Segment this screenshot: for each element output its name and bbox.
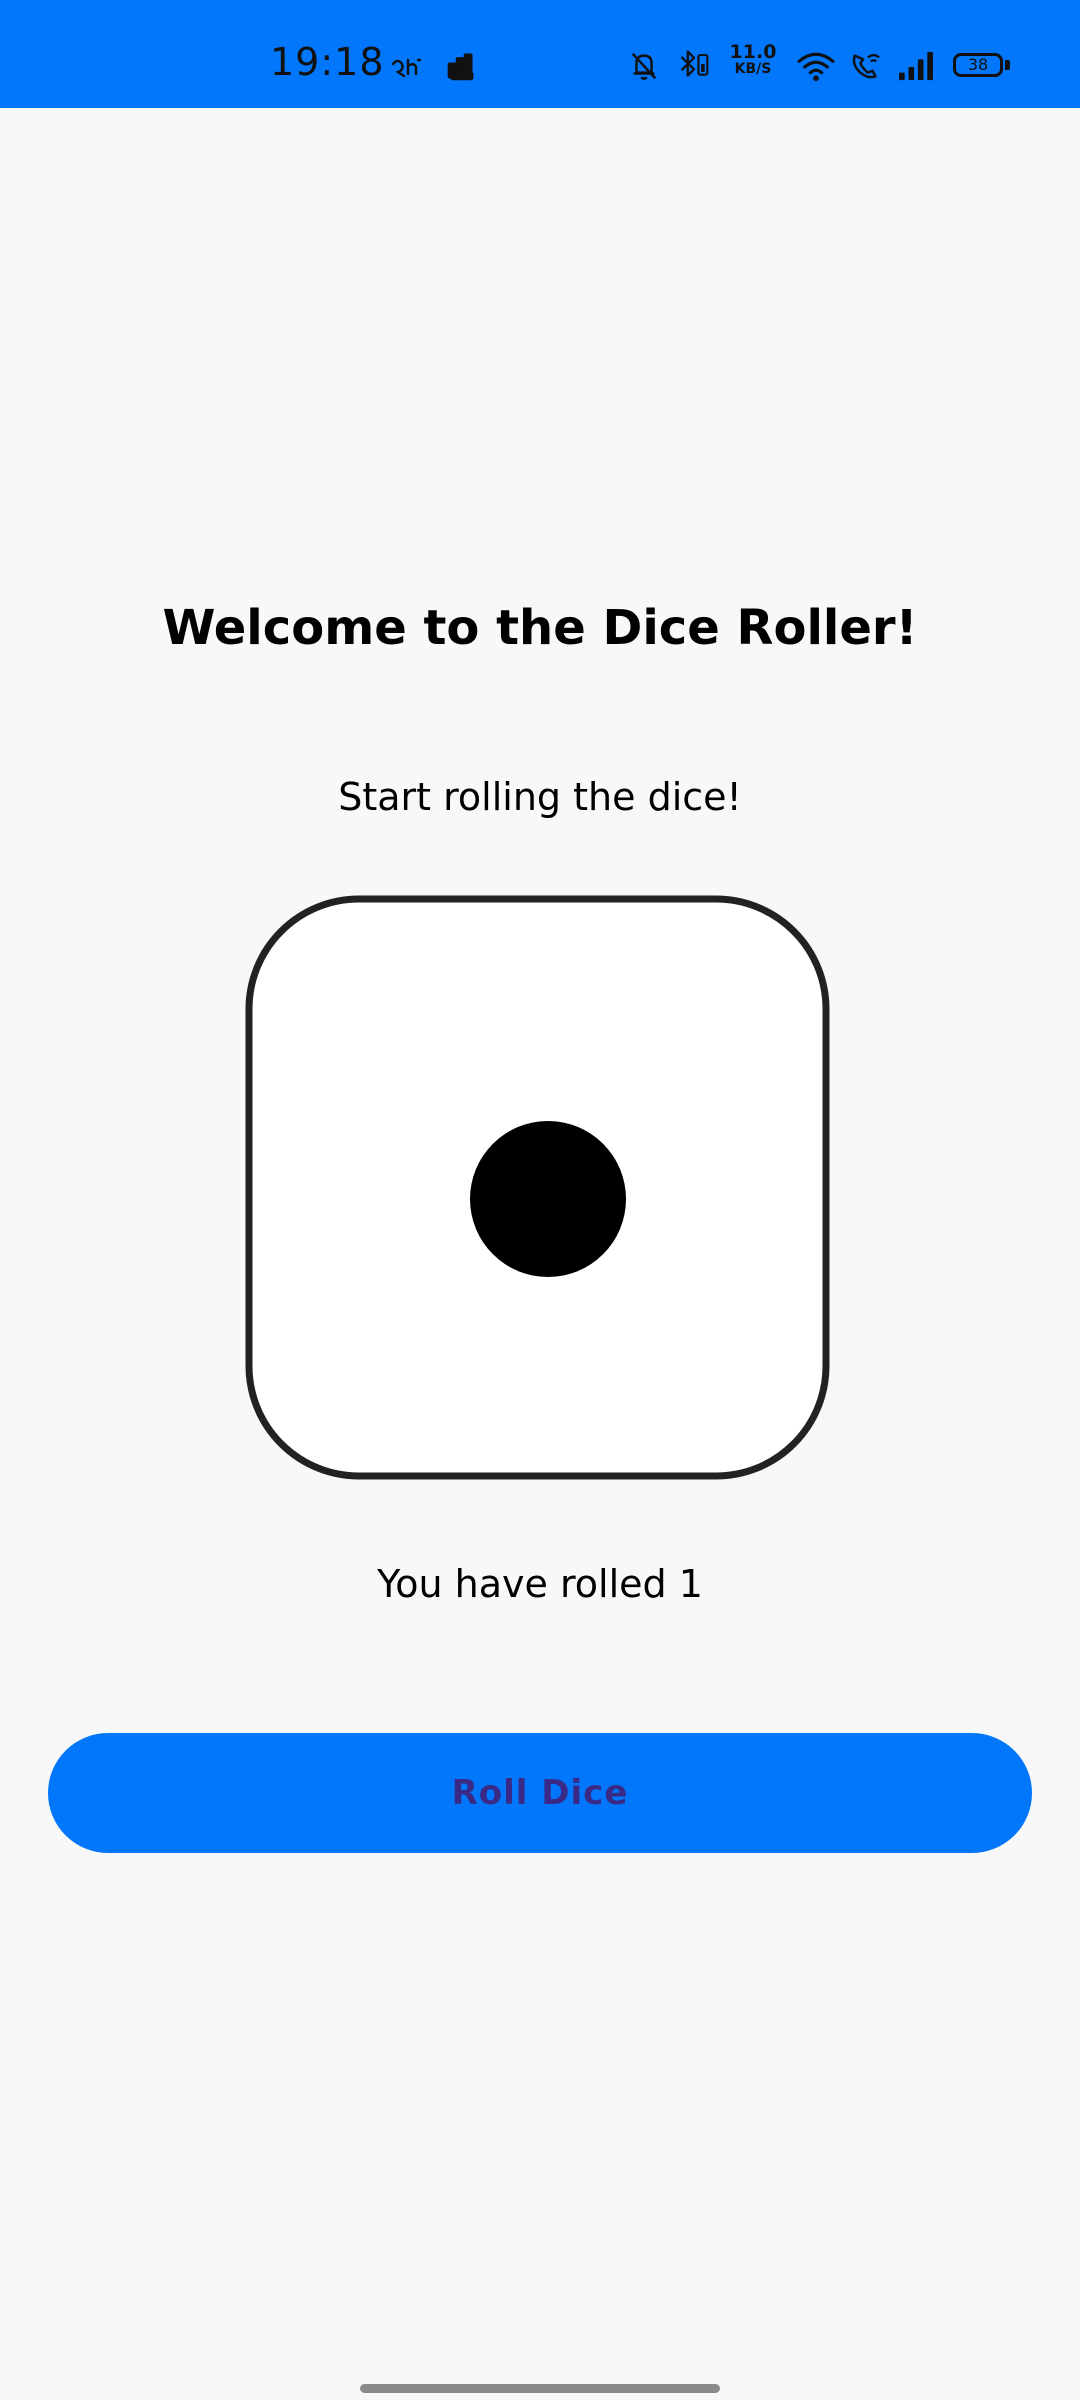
dice-image (245, 895, 830, 1480)
hindi-indicator-icon (391, 58, 422, 78)
subtitle: Start rolling the dice! (338, 775, 742, 819)
roll-result-text: You have rolled 1 (377, 1562, 703, 1606)
home-indicator[interactable] (360, 2384, 720, 2393)
battery-level: 38 (967, 55, 989, 74)
wifi-calling-icon (852, 54, 880, 79)
signal-icon (899, 51, 933, 81)
roll-dice-button-label: Roll Dice (451, 1773, 629, 1813)
page-title: Welcome to the Dice Roller! (162, 600, 918, 656)
battery-cap (1005, 60, 1010, 70)
die-pip (470, 1121, 626, 1277)
network-speed: 11.0 KB/S (728, 41, 778, 78)
battery-icon: 38 (953, 53, 1003, 77)
status-bar: 19:18 11.0 KB/S 38 (0, 0, 1080, 108)
roll-dice-button[interactable]: Roll Dice (48, 1733, 1032, 1853)
wifi-icon (797, 52, 835, 82)
bluetooth-icon (680, 50, 709, 77)
network-speed-unit: KB/S (734, 61, 772, 77)
status-time: 19:18 (270, 40, 385, 84)
network-speed-value: 11.0 (729, 41, 777, 63)
app-notification-icon (447, 53, 474, 81)
mute-bell-icon (631, 52, 657, 80)
